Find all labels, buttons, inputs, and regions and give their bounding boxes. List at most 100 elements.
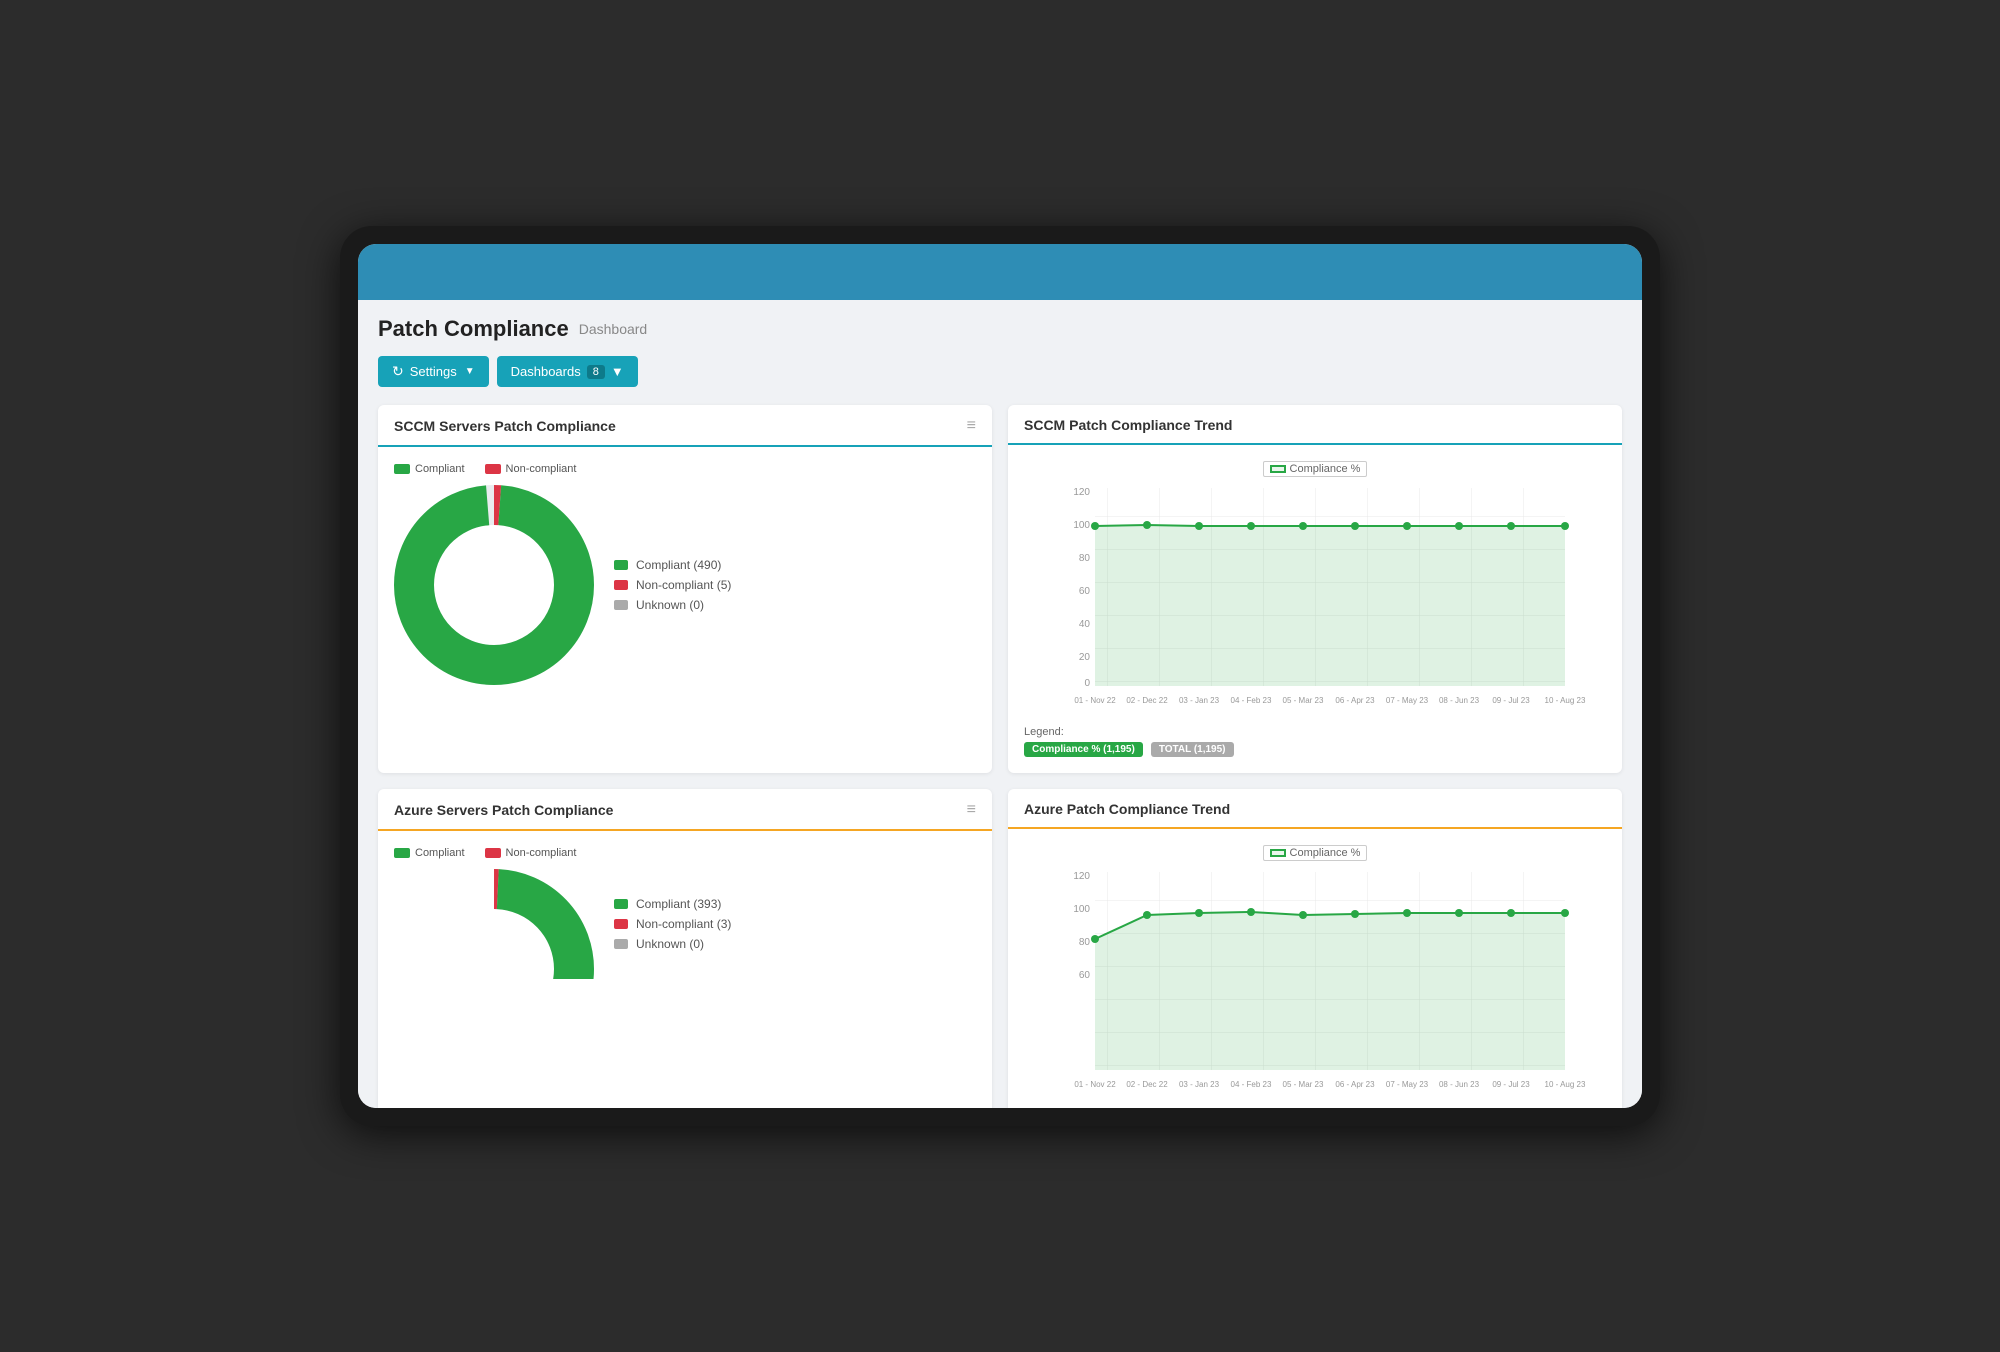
sccm-badge-total: TOTAL (1,195)	[1151, 742, 1234, 757]
sccm-chart-footer: Legend: Compliance % (1,195) TOTAL (1,19…	[1024, 726, 1606, 757]
azure-legend-row-compliant: Compliant (393)	[614, 897, 731, 911]
dashboard-grid: SCCM Servers Patch Compliance ≡ Complian…	[378, 405, 1622, 1108]
sccm-badge-compliance: Compliance % (1,195)	[1024, 742, 1143, 757]
azure-trend-header: Azure Patch Compliance Trend	[1008, 789, 1622, 829]
azure-card-title: Azure Servers Patch Compliance	[394, 802, 613, 818]
azure-unknown-color	[614, 939, 628, 949]
azure-card-header: Azure Servers Patch Compliance ≡	[378, 789, 992, 831]
sccm-compliant-label: Compliant	[415, 463, 465, 475]
chevron-down-icon-2: ▼	[611, 364, 624, 379]
sccm-legend-row-noncompliant: Non-compliant (5)	[614, 578, 731, 592]
svg-text:40: 40	[1079, 619, 1091, 630]
refresh-icon: ↻	[392, 363, 404, 380]
sccm-unknown-count: Unknown (0)	[636, 598, 704, 612]
azure-card-menu-icon[interactable]: ≡	[967, 801, 976, 819]
settings-label: Settings	[410, 364, 457, 379]
svg-text:03 - Jan 23: 03 - Jan 23	[1179, 696, 1220, 705]
sccm-card-body: Compliant Non-compliant	[378, 447, 992, 701]
azure-legend-area: Compliant (393) Non-compliant (3) Unknow…	[614, 897, 731, 951]
top-bar	[358, 244, 1642, 300]
svg-text:06 - Apr 23: 06 - Apr 23	[1335, 1080, 1375, 1089]
azure-legend-noncompliant: Non-compliant	[485, 847, 577, 859]
svg-text:09 - Jul 23: 09 - Jul 23	[1492, 1080, 1530, 1089]
azure-donut-svg	[394, 869, 594, 979]
sccm-legend-row-unknown: Unknown (0)	[614, 598, 731, 612]
sccm-trend-body: Compliance % 120	[1008, 445, 1622, 773]
noncompliant-color-swatch	[485, 464, 501, 474]
svg-text:02 - Dec 22: 02 - Dec 22	[1126, 1080, 1168, 1089]
sccm-legend-label: Legend:	[1024, 726, 1064, 738]
svg-text:05 - Mar 23: 05 - Mar 23	[1283, 696, 1324, 705]
svg-text:60: 60	[1079, 586, 1091, 597]
svg-text:03 - Jan 23: 03 - Jan 23	[1179, 1080, 1220, 1089]
sccm-compliant-count: Compliant (490)	[636, 558, 721, 572]
sccm-trend-title: SCCM Patch Compliance Trend	[1024, 417, 1232, 433]
azure-line-chart-svg: 120 100 80 60	[1024, 867, 1606, 1097]
dashboards-label: Dashboards	[511, 364, 581, 379]
page-subtitle: Dashboard	[579, 321, 648, 337]
svg-text:10 - Aug 23: 10 - Aug 23	[1545, 696, 1586, 705]
chevron-down-icon: ▼	[465, 366, 475, 377]
sccm-chart-label: Compliance %	[1290, 463, 1361, 475]
azure-legend-row-noncompliant: Non-compliant (3)	[614, 917, 731, 931]
sccm-line-color	[1270, 465, 1286, 473]
dashboards-button[interactable]: Dashboards 8 ▼	[497, 356, 638, 387]
settings-button[interactable]: ↻ Settings ▼	[378, 356, 489, 387]
sccm-trend-header: SCCM Patch Compliance Trend	[1008, 405, 1622, 445]
dashboards-badge: 8	[587, 365, 605, 379]
svg-text:60: 60	[1079, 970, 1091, 981]
tablet-screen: Patch Compliance Dashboard ↻ Settings ▼ …	[358, 244, 1642, 1108]
svg-text:100: 100	[1073, 904, 1090, 915]
azure-noncompliant-color	[614, 919, 628, 929]
sccm-legend-row-compliant: Compliant (490)	[614, 558, 731, 572]
svg-text:06 - Apr 23: 06 - Apr 23	[1335, 696, 1375, 705]
svg-text:09 - Jul 23: 09 - Jul 23	[1492, 696, 1530, 705]
sccm-card-menu-icon[interactable]: ≡	[967, 417, 976, 435]
sccm-card-header: SCCM Servers Patch Compliance ≡	[378, 405, 992, 447]
svg-text:04 - Feb 23: 04 - Feb 23	[1231, 696, 1272, 705]
svg-text:01 - Nov 22: 01 - Nov 22	[1074, 696, 1116, 705]
sccm-line-legend-box: Compliance %	[1263, 461, 1368, 477]
azure-noncompliant-swatch	[485, 848, 501, 858]
azure-noncompliant-label: Non-compliant	[506, 847, 577, 859]
azure-legend-row-unknown: Unknown (0)	[614, 937, 731, 951]
azure-trend-card: Azure Patch Compliance Trend Compliance …	[1008, 789, 1622, 1108]
azure-compliant-count: Compliant (393)	[636, 897, 721, 911]
azure-legend-compliant: Compliant	[394, 847, 465, 859]
svg-text:120: 120	[1073, 871, 1090, 882]
svg-text:80: 80	[1079, 937, 1091, 948]
sccm-card-title: SCCM Servers Patch Compliance	[394, 418, 616, 434]
compliant-swatch	[614, 560, 628, 570]
svg-text:100: 100	[1073, 520, 1090, 531]
azure-chart-area: Compliant (393) Non-compliant (3) Unknow…	[394, 869, 976, 979]
tablet-frame: Patch Compliance Dashboard ↻ Settings ▼ …	[340, 226, 1660, 1126]
svg-text:07 - May 23: 07 - May 23	[1386, 696, 1429, 705]
svg-text:10 - Aug 23: 10 - Aug 23	[1545, 1080, 1586, 1089]
sccm-top-legend: Compliant Non-compliant	[394, 463, 976, 475]
svg-text:0: 0	[1084, 678, 1090, 689]
azure-line-legend-box: Compliance %	[1263, 845, 1368, 861]
svg-text:04 - Feb 23: 04 - Feb 23	[1231, 1080, 1272, 1089]
svg-text:08 - Jun 23: 08 - Jun 23	[1439, 696, 1480, 705]
sccm-legend-noncompliant: Non-compliant	[485, 463, 577, 475]
sccm-footer-legend: Compliance % (1,195) TOTAL (1,195)	[1024, 742, 1606, 757]
azure-compliant-label: Compliant	[415, 847, 465, 859]
sccm-chart-area: Compliant (490) Non-compliant (5) Unknow…	[394, 485, 976, 685]
svg-text:05 - Mar 23: 05 - Mar 23	[1283, 1080, 1324, 1089]
svg-text:01 - Nov 22: 01 - Nov 22	[1074, 1080, 1116, 1089]
toolbar: ↻ Settings ▼ Dashboards 8 ▼	[378, 356, 1622, 387]
sccm-donut-svg	[394, 485, 594, 685]
page-header: Patch Compliance Dashboard	[378, 316, 1622, 342]
sccm-line-chart-svg: 120 100 80 60 40 20 0	[1024, 483, 1606, 713]
azure-compliant-color	[614, 899, 628, 909]
svg-text:07 - May 23: 07 - May 23	[1386, 1080, 1429, 1089]
azure-compliant-swatch	[394, 848, 410, 858]
noncompliant-swatch	[614, 580, 628, 590]
sccm-noncompliant-label: Non-compliant	[506, 463, 577, 475]
sccm-chart-legend: Compliance %	[1024, 461, 1606, 477]
unknown-swatch	[614, 600, 628, 610]
sccm-legend-area: Compliant (490) Non-compliant (5) Unknow…	[614, 558, 731, 612]
azure-chart-label: Compliance %	[1290, 847, 1361, 859]
svg-text:08 - Jun 23: 08 - Jun 23	[1439, 1080, 1480, 1089]
azure-unknown-count: Unknown (0)	[636, 937, 704, 951]
